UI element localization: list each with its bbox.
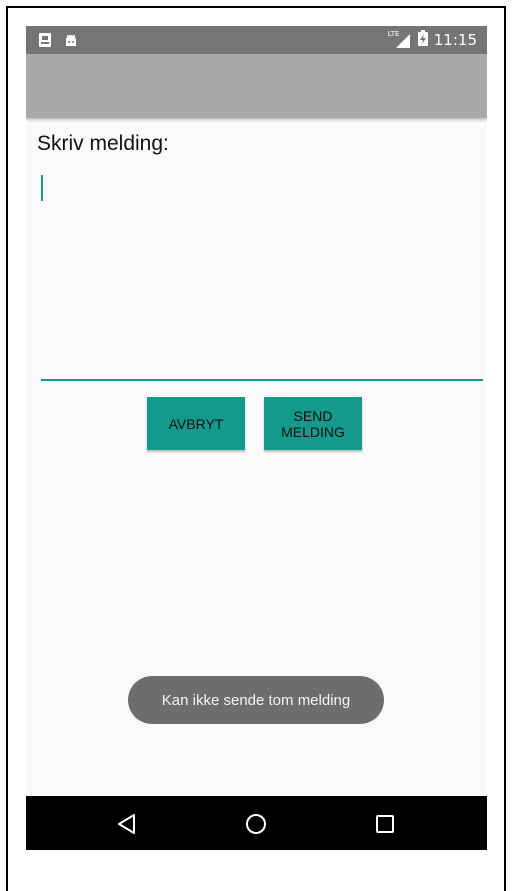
signal-icon: LTE <box>388 30 412 49</box>
navigation-bar <box>26 796 487 850</box>
toast-message: Kan ikke sende tom melding <box>128 676 384 724</box>
text-cursor <box>41 175 43 201</box>
recent-apps-button[interactable] <box>371 810 399 838</box>
back-button[interactable] <box>113 810 141 838</box>
status-time: 11:15 <box>433 31 477 49</box>
recent-apps-icon <box>376 815 394 833</box>
message-input[interactable] <box>41 171 483 381</box>
status-notifications <box>38 32 78 53</box>
status-bar: LTE 11:15 <box>26 26 487 54</box>
send-message-button[interactable]: SEND MELDING <box>264 397 362 450</box>
android-icon <box>64 33 78 52</box>
compose-label: Skriv melding: <box>37 132 169 155</box>
home-icon <box>246 814 266 834</box>
cancel-button[interactable]: AVBRYT <box>147 397 245 450</box>
status-system-info: LTE 11:15 <box>388 30 477 50</box>
home-button[interactable] <box>242 810 270 838</box>
phone-screen: LTE 11:15 Skriv melding: AVBRYT SEND MEL… <box>26 26 487 850</box>
sim-card-icon <box>38 32 52 53</box>
app-toolbar <box>26 54 487 118</box>
battery-charging-icon <box>417 30 428 50</box>
back-icon <box>118 814 135 834</box>
